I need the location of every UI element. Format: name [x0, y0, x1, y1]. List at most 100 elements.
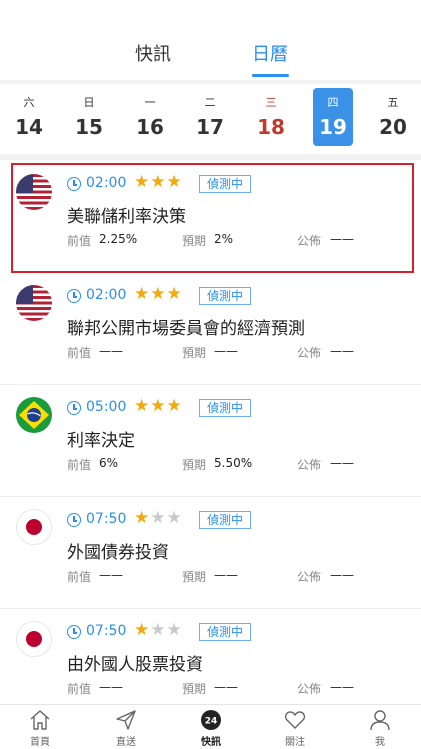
actual-label: 公佈: [297, 682, 322, 696]
actual-value: ——: [330, 232, 354, 246]
news-24-icon: 24: [181, 708, 241, 732]
divider: [0, 496, 421, 497]
send-icon: [96, 708, 156, 732]
previous-label: 前值: [67, 458, 92, 472]
event-item[interactable]: 02:00 ★★★ 偵測中 美聯儲利率決策 前值 2.25% 預期 2% 公佈 …: [0, 160, 421, 273]
day-number: 20: [379, 115, 407, 139]
actual-value: ——: [330, 456, 354, 470]
status-badge: 偵測中: [199, 623, 251, 641]
actual-value: ——: [330, 568, 354, 582]
day-number: 14: [15, 115, 43, 139]
divider: [0, 608, 421, 609]
nav-label: 關注: [285, 737, 305, 748]
actual-label: 公佈: [297, 234, 322, 248]
actual-value: ——: [330, 680, 354, 694]
nav-label: 快訊: [201, 737, 221, 748]
nav-label: 首頁: [30, 737, 50, 748]
importance-stars: ★★★: [134, 396, 183, 416]
active-tab-indicator: [252, 74, 289, 77]
day-of-week: 五: [387, 96, 399, 109]
forecast-label: 預期: [182, 346, 207, 360]
event-item[interactable]: 02:00 ★★★ 偵測中 聯邦公開市場委員會的經濟預測 前值 —— 預期 ——…: [0, 278, 421, 390]
week-strip: 六 14 日 15 一 16 二 17 三 18 四 19 五 20: [0, 84, 421, 154]
event-time: 07:50: [86, 623, 127, 639]
event-title: 外國債券投資: [67, 543, 169, 563]
us-flag-icon: [16, 285, 52, 321]
event-title: 美聯儲利率決策: [67, 207, 186, 227]
top-tabs: 快訊 日曆: [0, 0, 421, 80]
forecast-value: ——: [214, 344, 238, 358]
event-time: 07:50: [86, 511, 127, 527]
nav-home[interactable]: 首頁: [10, 708, 70, 748]
actual-label: 公佈: [297, 570, 322, 584]
previous-label: 前值: [67, 570, 92, 584]
day-tue[interactable]: 二 17: [193, 88, 227, 146]
clock-icon: [67, 513, 81, 527]
previous-value: 2.25%: [99, 232, 138, 246]
event-time: 05:00: [86, 399, 127, 415]
event-time: 02:00: [86, 287, 127, 303]
actual-value: ——: [330, 344, 354, 358]
importance-stars: ★★★: [134, 508, 183, 528]
previous-value: ——: [99, 568, 123, 582]
status-badge: 偵測中: [199, 399, 251, 417]
day-of-week: 日: [83, 96, 95, 109]
clock-icon: [67, 625, 81, 639]
actual-label: 公佈: [297, 346, 322, 360]
tab-calendar[interactable]: 日曆: [252, 40, 288, 66]
day-number: 17: [196, 115, 224, 139]
event-item[interactable]: 05:00 ★★★ 偵測中 利率決定 前值 6% 預期 5.50% 公佈 ——: [0, 390, 421, 502]
event-time: 02:00: [86, 175, 127, 191]
nav-me[interactable]: 我: [350, 708, 410, 748]
day-of-week: 三: [265, 96, 277, 109]
day-of-week: 二: [204, 96, 216, 109]
event-title: 利率決定: [67, 431, 135, 451]
event-title: 由外國人股票投資: [67, 655, 203, 675]
day-sat[interactable]: 六 14: [12, 88, 46, 146]
app: 快訊 日曆 六 14 日 15 一 16 二 17 三 18 四 19 五 20…: [0, 0, 421, 749]
japan-flag-icon: [16, 509, 52, 545]
previous-label: 前值: [67, 234, 92, 248]
forecast-label: 預期: [182, 458, 207, 472]
importance-stars: ★★★: [134, 284, 183, 304]
clock-icon: [67, 177, 81, 191]
brazil-flag-icon: [16, 397, 52, 433]
day-wed[interactable]: 三 18: [254, 88, 288, 146]
heart-icon: [265, 708, 325, 732]
forecast-value: 5.50%: [214, 456, 253, 470]
nav-label: 直送: [116, 737, 136, 748]
day-fri[interactable]: 五 20: [376, 88, 410, 146]
user-icon: [350, 708, 410, 732]
nav-label: 我: [375, 737, 385, 748]
clock-icon: [67, 289, 81, 303]
divider: [0, 384, 421, 385]
previous-value: 6%: [99, 456, 119, 470]
tab-news[interactable]: 快訊: [135, 40, 171, 66]
importance-stars: ★★★: [134, 172, 183, 192]
actual-label: 公佈: [297, 458, 322, 472]
nav-news[interactable]: 24 快訊: [181, 708, 241, 748]
previous-value: ——: [99, 680, 123, 694]
day-thu-selected[interactable]: 四 19: [313, 88, 353, 146]
status-badge: 偵測中: [199, 287, 251, 305]
bottom-nav: 首頁 直送 24 快訊 關注 我: [0, 704, 421, 749]
us-flag-icon: [16, 174, 52, 210]
home-icon: [10, 708, 70, 732]
day-of-week: 六: [23, 96, 35, 109]
day-of-week: 四: [327, 96, 339, 109]
event-title: 聯邦公開市場委員會的經濟預測: [67, 319, 305, 339]
day-number: 19: [319, 115, 347, 139]
day-number: 18: [257, 115, 285, 139]
forecast-label: 預期: [182, 234, 207, 248]
previous-label: 前值: [67, 346, 92, 360]
event-item[interactable]: 07:50 ★★★ 偵測中 外國債券投資 前值 —— 預期 —— 公佈 ——: [0, 502, 421, 614]
forecast-value: ——: [214, 680, 238, 694]
svg-text:24: 24: [205, 717, 218, 727]
nav-follow[interactable]: 關注: [265, 708, 325, 748]
day-sun[interactable]: 日 15: [72, 88, 106, 146]
forecast-value: ——: [214, 568, 238, 582]
day-mon[interactable]: 一 16: [133, 88, 167, 146]
clock-icon: [67, 401, 81, 415]
status-badge: 偵測中: [199, 511, 251, 529]
nav-direct[interactable]: 直送: [96, 708, 156, 748]
